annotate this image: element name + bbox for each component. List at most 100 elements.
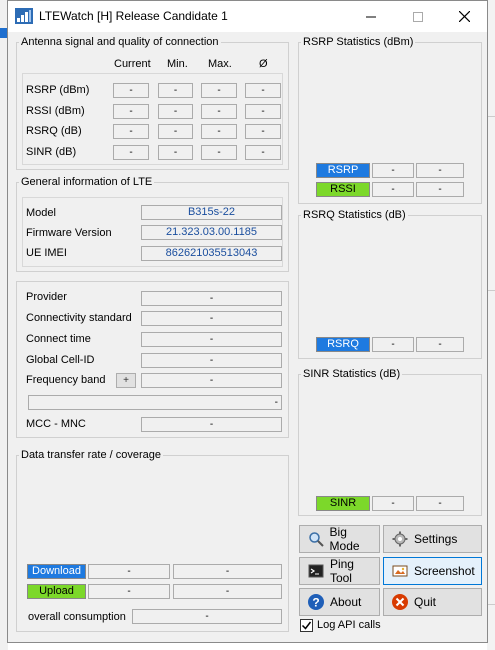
help-icon: ? bbox=[307, 593, 325, 611]
quit-label: Quit bbox=[414, 595, 437, 609]
close-button[interactable] bbox=[441, 1, 487, 32]
upload-value-1: - bbox=[88, 584, 170, 599]
column-header-max: Max. bbox=[208, 58, 232, 70]
rsrq-max: - bbox=[201, 124, 237, 139]
minimize-icon bbox=[366, 16, 376, 17]
terminal-icon bbox=[307, 562, 325, 580]
rsrp-avg: - bbox=[245, 83, 281, 98]
sinr-stats-series-label: SINR bbox=[329, 497, 357, 509]
antenna-group-title: Antenna signal and quality of connection bbox=[21, 36, 219, 48]
upload-label: Upload bbox=[39, 585, 74, 597]
column-header-min: Min. bbox=[167, 58, 188, 70]
app-icon bbox=[14, 6, 34, 26]
maximize-button[interactable] bbox=[395, 1, 441, 32]
minimize-button[interactable] bbox=[348, 1, 394, 32]
sinr-label: SINR (dB) bbox=[26, 146, 77, 158]
title-bar[interactable]: LTEWatch [H] Release Candidate 1 bbox=[8, 1, 487, 32]
background-window-right bbox=[487, 0, 495, 650]
screenshot-button[interactable]: Screenshot bbox=[383, 557, 482, 585]
sinr-stats-title: SINR Statistics (dB) bbox=[303, 368, 401, 380]
mcc-mnc-value: - bbox=[141, 417, 282, 432]
rsrp-stats-title: RSRP Statistics (dBm) bbox=[303, 36, 414, 48]
column-header-current: Current bbox=[114, 58, 151, 70]
download-value-2: - bbox=[173, 564, 282, 579]
cell-id-label: Global Cell-ID bbox=[26, 354, 95, 366]
sinr-stats-value-2: - bbox=[416, 496, 464, 511]
rsrp-label: RSRP (dBm) bbox=[26, 84, 90, 96]
mcc-mnc-label: MCC - MNC bbox=[26, 418, 86, 430]
provider-value: - bbox=[141, 291, 282, 306]
app-window: LTEWatch [H] Release Candidate 1 Antenna… bbox=[7, 0, 488, 643]
rsrp-min: - bbox=[158, 83, 193, 98]
rsrp-stats-value-2: - bbox=[416, 163, 464, 178]
settings-button[interactable]: Settings bbox=[383, 525, 482, 553]
rsrq-stats-legend: RSRQ bbox=[316, 337, 370, 352]
sinr-current: - bbox=[113, 145, 149, 160]
freq-band-label: Frequency band bbox=[26, 374, 106, 386]
svg-text:?: ? bbox=[312, 596, 319, 610]
rssi-stats-value-1: - bbox=[372, 182, 414, 197]
sinr-avg: - bbox=[245, 145, 281, 160]
upload-legend: Upload bbox=[27, 584, 86, 599]
imei-value: 862621035513043 bbox=[141, 246, 282, 261]
window-title: LTEWatch [H] Release Candidate 1 bbox=[39, 9, 228, 23]
model-label: Model bbox=[26, 207, 56, 219]
rsrp-stats-series-label: RSRP bbox=[327, 164, 359, 176]
overall-consumption-label: overall consumption bbox=[28, 611, 126, 623]
rssi-stats-legend: RSSI bbox=[316, 182, 370, 197]
rssi-min: - bbox=[158, 104, 193, 119]
overall-consumption-value: - bbox=[132, 609, 282, 624]
rsrq-stats-series-label: RSRQ bbox=[327, 338, 359, 350]
upload-value-2: - bbox=[173, 584, 282, 599]
imei-label: UE IMEI bbox=[26, 247, 67, 259]
log-api-label[interactable]: Log API calls bbox=[317, 619, 381, 631]
freq-band-value: - bbox=[141, 373, 282, 388]
rsrp-stats-value-1: - bbox=[372, 163, 414, 178]
sinr-min: - bbox=[158, 145, 193, 160]
rsrq-stats-value-2: - bbox=[416, 337, 464, 352]
screenshot-label: Screenshot bbox=[414, 564, 475, 578]
download-value-1: - bbox=[88, 564, 170, 579]
ping-tool-button[interactable]: Ping Tool bbox=[299, 557, 380, 585]
conn-standard-value: - bbox=[141, 311, 282, 326]
download-label: Download bbox=[32, 565, 81, 577]
model-value: B315s-22 bbox=[141, 205, 282, 220]
log-api-checkbox[interactable] bbox=[300, 619, 313, 632]
settings-label: Settings bbox=[414, 532, 458, 546]
about-label: About bbox=[330, 595, 362, 609]
rssi-stats-value-2: - bbox=[416, 182, 464, 197]
rssi-stats-series-label: RSSI bbox=[330, 183, 356, 195]
screenshot-icon bbox=[391, 562, 409, 580]
ping-tool-label: Ping Tool bbox=[329, 557, 354, 585]
magnifier-icon bbox=[307, 530, 325, 548]
quit-icon bbox=[391, 593, 409, 611]
rsrp-stats-legend: RSRP bbox=[316, 163, 370, 178]
sinr-stats-value-1: - bbox=[372, 496, 414, 511]
gear-icon bbox=[391, 530, 409, 548]
firmware-label: Firmware Version bbox=[26, 227, 112, 239]
rssi-current: - bbox=[113, 104, 149, 119]
rssi-avg: - bbox=[245, 104, 281, 119]
rssi-label: RSSI (dBm) bbox=[26, 105, 85, 117]
freq-band-extra-value: - bbox=[28, 395, 282, 410]
column-header-avg: Ø bbox=[259, 58, 268, 70]
rsrq-min: - bbox=[158, 124, 193, 139]
about-button[interactable]: ? About bbox=[299, 588, 380, 616]
close-icon bbox=[458, 11, 470, 22]
provider-label: Provider bbox=[26, 291, 67, 303]
rsrq-current: - bbox=[113, 124, 149, 139]
transfer-group-title: Data transfer rate / coverage bbox=[21, 449, 162, 461]
quit-button[interactable]: Quit bbox=[383, 588, 482, 616]
cell-id-value: - bbox=[141, 353, 282, 368]
connect-time-value: - bbox=[141, 332, 282, 347]
rsrp-stats-group: RSRP Statistics (dBm) bbox=[298, 36, 482, 204]
rsrp-current: - bbox=[113, 83, 149, 98]
freq-band-expand-button[interactable]: + bbox=[116, 373, 136, 388]
lte-info-title: General information of LTE bbox=[21, 176, 153, 188]
sinr-stats-group: SINR Statistics (dB) bbox=[298, 368, 482, 516]
firmware-value: 21.323.03.00.1185 bbox=[141, 225, 282, 240]
transfer-group: Data transfer rate / coverage bbox=[16, 449, 289, 632]
big-mode-button[interactable]: Big Mode bbox=[299, 525, 380, 553]
rsrq-label: RSRQ (dB) bbox=[26, 125, 82, 137]
rsrp-max: - bbox=[201, 83, 237, 98]
